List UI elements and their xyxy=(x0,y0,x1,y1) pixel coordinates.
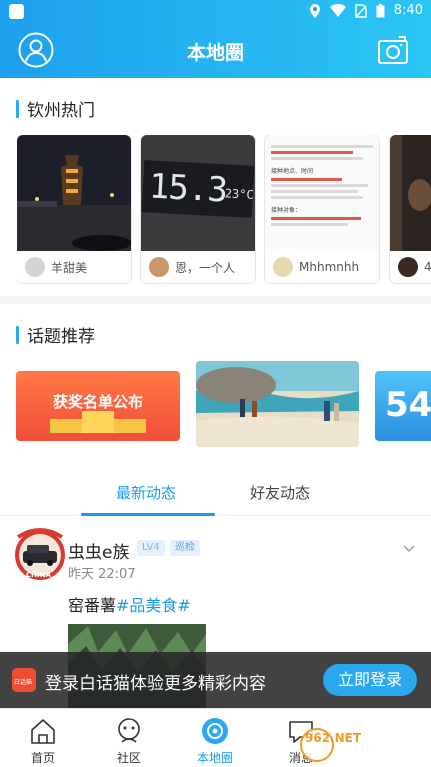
community-icon xyxy=(118,718,140,743)
display-temp: 23°C xyxy=(224,186,255,202)
hot-section-heading: 钦州热门 xyxy=(16,96,95,121)
user-avatar xyxy=(25,257,45,277)
nav-community[interactable]: 社区 xyxy=(86,709,172,767)
doc-line: 接种地点、时间 xyxy=(271,168,314,175)
app-header: 本地圈 xyxy=(0,24,431,78)
level-badge: LV4 xyxy=(137,540,165,556)
login-button[interactable]: 立即登录 xyxy=(323,664,417,696)
hot-card-user: 恩，一个人 xyxy=(175,260,236,275)
nav-label: 本地圈 xyxy=(196,751,233,765)
hot-card-image: 15.3 23°C xyxy=(141,135,255,251)
post-username[interactable]: 虫虫e族 xyxy=(68,538,129,563)
hot-card-image xyxy=(17,135,131,251)
heading-accent-bar xyxy=(16,99,19,118)
doc-line: 接种对象： xyxy=(271,207,302,214)
hot-card-user: Mhhmnhh xyxy=(299,260,360,274)
podium-shape xyxy=(82,411,114,433)
nav-home[interactable]: 首页 xyxy=(0,709,86,767)
location-icon xyxy=(309,3,320,18)
post-time: 昨天 22:07 xyxy=(68,567,136,582)
user-avatar xyxy=(398,257,418,277)
battery-icon xyxy=(376,3,385,17)
hot-card[interactable]: 接种地点、时间 接种对象： Mhhmnhh xyxy=(265,135,379,283)
tab-friends[interactable]: 好友动态 xyxy=(250,482,310,503)
home-icon xyxy=(31,719,55,744)
topic-card[interactable]: 获奖名单公布 xyxy=(16,371,180,441)
display-reading: 15.3 xyxy=(148,166,228,211)
heading-accent-bar xyxy=(16,325,19,344)
watermark-text: 962.NET xyxy=(305,731,362,745)
wifi-icon xyxy=(329,3,346,17)
hot-section-title: 钦州热门 xyxy=(27,101,95,121)
hot-card[interactable]: 4 xyxy=(390,135,431,283)
watermark: 962.NET 乐游网 xyxy=(299,727,425,763)
active-tab-indicator xyxy=(81,513,215,516)
local-circle-icon xyxy=(202,718,228,744)
topic-card[interactable] xyxy=(196,361,359,447)
post-text: 窑番薯#品美食# xyxy=(68,592,191,616)
feed-tabs: 最新动态 好友动态 xyxy=(0,470,431,516)
post-text-body: 窑番薯 xyxy=(68,596,117,615)
hot-card-image xyxy=(390,135,431,251)
page-title: 本地圈 xyxy=(186,42,244,64)
hot-card-user: 羊甜美 xyxy=(51,260,88,275)
app-logo-text: 白话猫 xyxy=(14,679,33,686)
login-banner: 白话猫 登录白话猫体验更多精彩内容 立即登录 xyxy=(0,652,431,708)
hot-card-user: 4 xyxy=(424,260,431,274)
camera-icon[interactable] xyxy=(377,34,409,66)
tab-latest[interactable]: 最新动态 xyxy=(116,482,176,503)
topic-carousel[interactable]: 获奖名单公布 54 xyxy=(16,361,431,451)
no-sim-icon xyxy=(355,3,367,18)
topic-card-title: 54 xyxy=(385,385,431,425)
nav-local-circle[interactable]: 本地圈 xyxy=(172,709,258,767)
section-divider xyxy=(0,296,431,304)
status-time: 8:40 xyxy=(393,3,423,18)
login-prompt: 登录白话猫体验更多精彩内容 xyxy=(45,674,266,694)
status-bar: 8:40 xyxy=(0,0,431,24)
avatar-label: CHINA xyxy=(26,571,51,579)
hot-card[interactable]: 羊甜美 xyxy=(17,135,131,283)
user-avatar xyxy=(273,257,293,277)
post-avatar[interactable]: CHINA xyxy=(14,525,66,583)
hot-card[interactable]: 15.3 23°C 恩，一个人 xyxy=(141,135,255,283)
nav-label: 首页 xyxy=(30,751,55,765)
role-badge: 巡检 xyxy=(170,540,200,556)
app-logo: 白话猫 xyxy=(12,668,36,692)
notification-icon xyxy=(9,4,24,19)
topic-card[interactable]: 54 xyxy=(375,371,431,441)
post-hashtag[interactable]: #品美食# xyxy=(116,596,191,615)
topic-section-title: 话题推荐 xyxy=(27,327,95,347)
topic-section-heading: 话题推荐 xyxy=(16,322,95,347)
hot-cards-carousel[interactable]: 羊甜美 15.3 23°C 恩，一个人 接种地点、时间 接种对象： Mhhmnh… xyxy=(17,135,431,285)
topic-card-image xyxy=(196,361,359,447)
hot-card-image: 接种地点、时间 接种对象： xyxy=(265,135,379,251)
nav-label: 社区 xyxy=(116,751,141,765)
chevron-down-icon[interactable] xyxy=(403,545,415,553)
watermark-subtext: 乐游网 xyxy=(365,749,398,762)
user-avatar xyxy=(149,257,169,277)
topic-card-title: 获奖名单公布 xyxy=(52,393,143,411)
